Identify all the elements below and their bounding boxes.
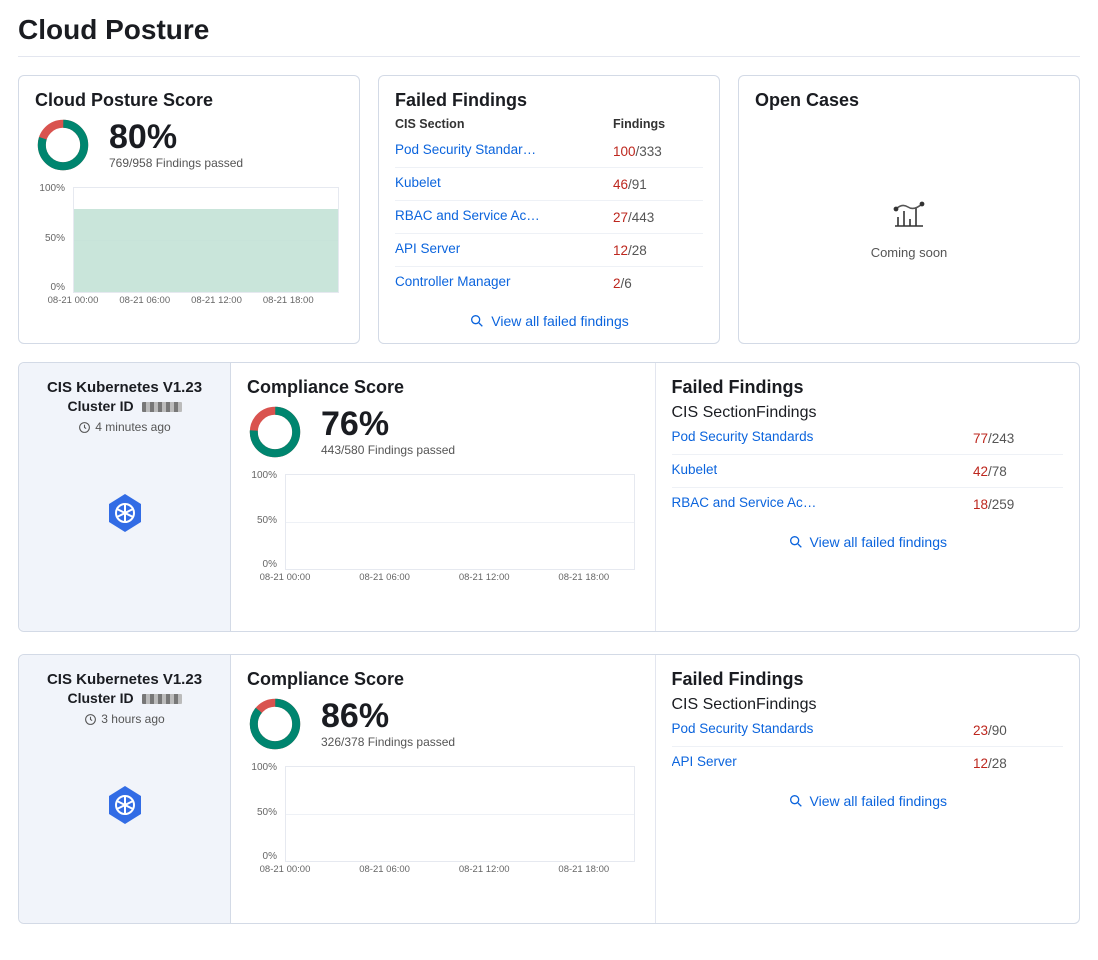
- title-divider: [18, 56, 1080, 57]
- failed-findings-title: Failed Findings: [395, 90, 703, 111]
- finding-link[interactable]: Pod Security Standar…: [395, 142, 536, 157]
- clock-icon: [84, 713, 97, 726]
- cluster-row: CIS Kubernetes V1.23 Cluster ID 3 hours a…: [18, 654, 1080, 924]
- finding-link[interactable]: Controller Manager: [395, 274, 511, 289]
- cluster-row: CIS Kubernetes V1.23 Cluster ID 4 minutes…: [18, 362, 1080, 632]
- cluster-side-panel[interactable]: CIS Kubernetes V1.23 Cluster ID 3 hours a…: [19, 655, 231, 923]
- finding-link[interactable]: Pod Security Standards: [672, 721, 814, 736]
- compliance-donut-icon: [247, 404, 303, 460]
- finding-link[interactable]: API Server: [672, 754, 737, 769]
- clock-icon: [78, 421, 91, 434]
- y-tick: 0%: [35, 282, 65, 293]
- cluster-id: Cluster ID: [29, 690, 220, 706]
- compliance-title: Compliance Score: [247, 377, 639, 398]
- posture-score-panel: Cloud Posture Score 80% 769/958 Findings…: [18, 75, 360, 344]
- cluster-name: CIS Kubernetes V1.23: [29, 671, 220, 688]
- finding-link[interactable]: RBAC and Service Ac…: [395, 208, 540, 223]
- cluster-side-panel[interactable]: CIS Kubernetes V1.23 Cluster ID 4 minutes…: [19, 363, 231, 631]
- view-all-failed-button[interactable]: View all failed findings: [672, 793, 1064, 809]
- cluster-failed-panel: Failed FindingsCIS SectionFindingsPod Se…: [655, 363, 1080, 631]
- table-row: RBAC and Service Accounts18/259: [672, 488, 1064, 521]
- table-row: Pod Security Standar…100/333: [395, 135, 703, 168]
- posture-score-title: Cloud Posture Score: [35, 90, 343, 111]
- table-row: API Server12/28: [672, 747, 1064, 780]
- compliance-trend-chart: 100%50%0%08-21 00:0008-21 06:0008-21 12:…: [247, 470, 639, 590]
- cluster-failed-title: Failed Findings: [672, 669, 1064, 690]
- finding-link[interactable]: Kubelet: [395, 175, 441, 190]
- page-title: Cloud Posture: [18, 14, 1080, 46]
- view-all-label: View all failed findings: [491, 313, 629, 329]
- open-cases-title: Open Cases: [755, 90, 1063, 111]
- magnifier-icon: [788, 793, 804, 809]
- view-all-label: View all failed findings: [810, 793, 948, 809]
- table-row: Pod Security Standards77/243: [672, 422, 1064, 455]
- view-all-label: View all failed findings: [810, 534, 948, 550]
- cluster-id: Cluster ID: [29, 398, 220, 414]
- finding-link[interactable]: RBAC and Service Accounts: [672, 495, 822, 510]
- failed-findings-panel: Failed Findings CIS Section Findings Pod…: [378, 75, 720, 344]
- col-header-section: CIS Section: [395, 117, 613, 131]
- finding-link[interactable]: Kubelet: [672, 462, 718, 477]
- x-tick: 08-21 12:00: [191, 295, 242, 313]
- compliance-percent: 76%: [321, 407, 455, 441]
- cluster-failed-panel: Failed FindingsCIS SectionFindingsPod Se…: [655, 655, 1080, 923]
- compliance-donut-icon: [247, 696, 303, 752]
- posture-score-percent: 80%: [109, 120, 243, 154]
- compliance-title: Compliance Score: [247, 669, 639, 690]
- magnifier-icon: [469, 313, 485, 329]
- table-row: RBAC and Service Ac…27/443: [395, 201, 703, 234]
- compliance-score-panel: Compliance Score 76% 443/580 Findings pass…: [231, 363, 655, 631]
- open-cases-panel: Open Cases Coming soon: [738, 75, 1080, 344]
- kubernetes-icon: [29, 784, 220, 829]
- posture-score-sub: 769/958 Findings passed: [109, 156, 243, 170]
- view-all-failed-button[interactable]: View all failed findings: [395, 313, 703, 329]
- compliance-score-panel: Compliance Score 86% 326/378 Findings pass…: [231, 655, 655, 923]
- table-row: Kubelet42/78: [672, 455, 1064, 488]
- x-tick: 08-21 00:00: [48, 295, 99, 313]
- posture-trend-chart: 100% 50% 0% 08-21 00:00 08-21 06:00 08-2…: [35, 183, 343, 313]
- compliance-sub: 443/580 Findings passed: [321, 443, 455, 457]
- table-row: API Server12/28: [395, 234, 703, 267]
- finding-link[interactable]: Pod Security Standards: [672, 429, 814, 444]
- cluster-id-redacted: [142, 402, 182, 412]
- finding-link[interactable]: API Server: [395, 241, 460, 256]
- compliance-percent: 86%: [321, 699, 455, 733]
- cluster-timestamp: 4 minutes ago: [29, 420, 220, 434]
- coming-soon-text: Coming soon: [871, 245, 948, 260]
- y-tick: 50%: [35, 233, 65, 244]
- view-all-failed-button[interactable]: View all failed findings: [672, 534, 1064, 550]
- x-tick: 08-21 06:00: [119, 295, 170, 313]
- compliance-sub: 326/378 Findings passed: [321, 735, 455, 749]
- chart-bar-icon: [892, 201, 926, 229]
- cluster-failed-title: Failed Findings: [672, 377, 1064, 398]
- compliance-trend-chart: 100%50%0%08-21 00:0008-21 06:0008-21 12:…: [247, 762, 639, 882]
- table-row: Pod Security Standards23/90: [672, 714, 1064, 747]
- x-tick: 08-21 18:00: [263, 295, 314, 313]
- posture-donut-icon: [35, 117, 91, 173]
- cluster-name: CIS Kubernetes V1.23: [29, 379, 220, 396]
- col-header-findings: Findings: [613, 117, 703, 131]
- cluster-id-redacted: [142, 694, 182, 704]
- magnifier-icon: [788, 534, 804, 550]
- table-row: Controller Manager2/6: [395, 267, 703, 300]
- cluster-timestamp: 3 hours ago: [29, 712, 220, 726]
- y-tick: 100%: [35, 183, 65, 194]
- kubernetes-icon: [29, 492, 220, 537]
- table-row: Kubelet46/91: [395, 168, 703, 201]
